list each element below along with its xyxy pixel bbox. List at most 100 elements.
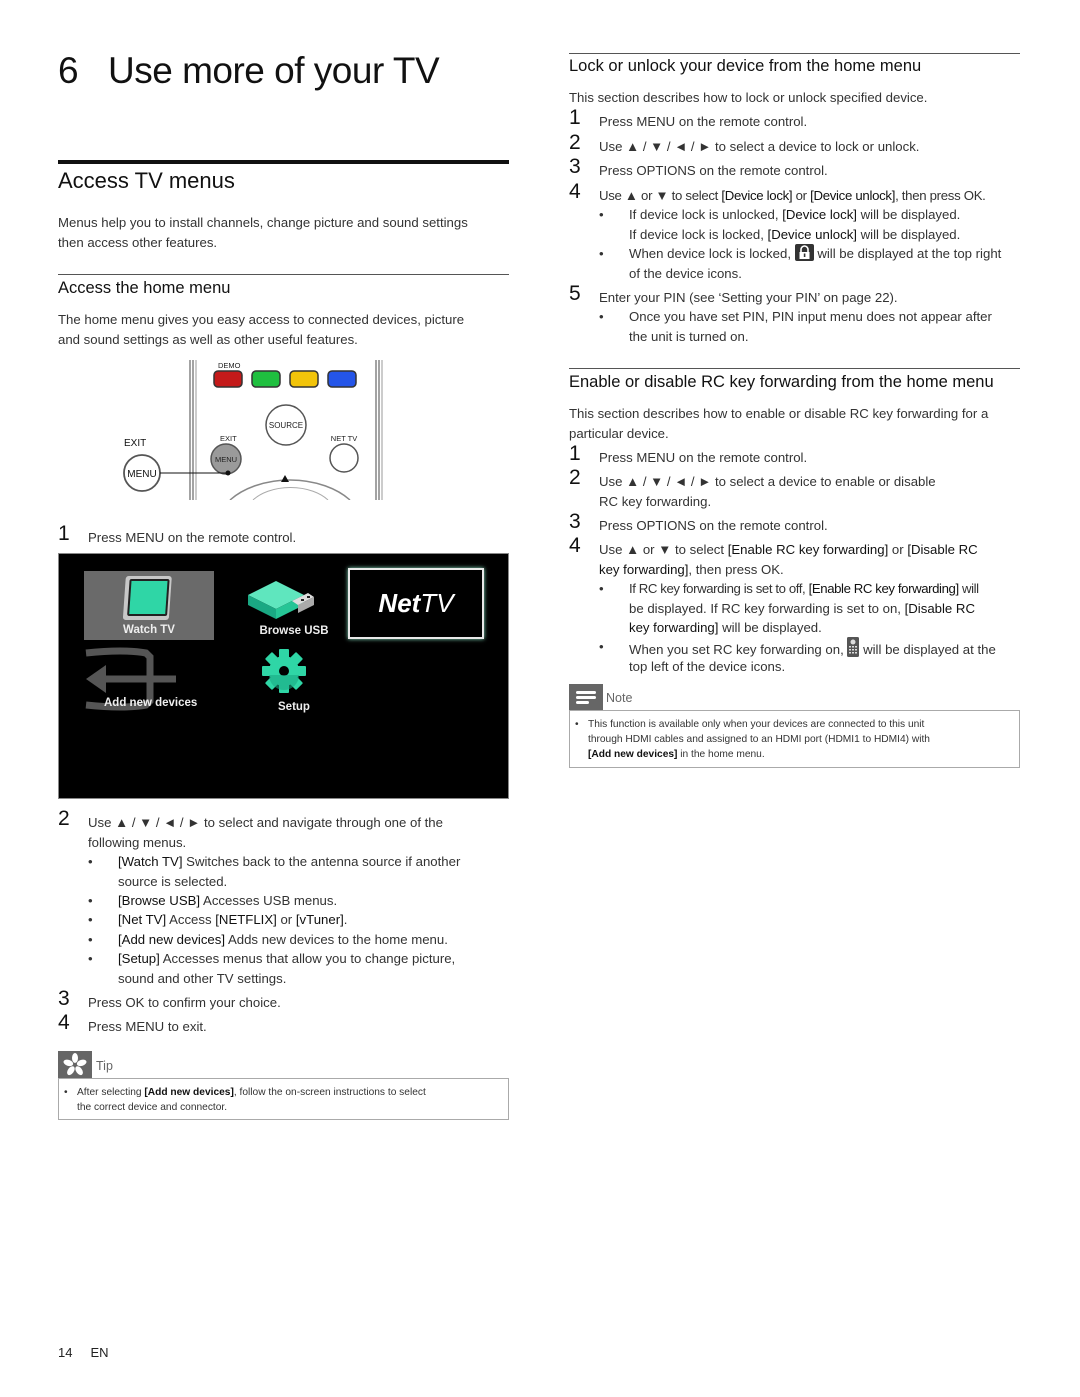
section-heading-access-tv-menus: Access TV menus xyxy=(58,168,235,193)
step-text: Press MENU on the remote control. xyxy=(599,114,808,129)
bullet-text: will xyxy=(958,581,979,596)
tile-browse-usb[interactable]: Browse USB xyxy=(234,571,354,640)
bullet-dot: • xyxy=(599,581,604,596)
note-line-1: This function is available only when you… xyxy=(588,719,925,730)
bullet-text: will be displayed. xyxy=(856,226,961,242)
note-label: Note xyxy=(606,691,633,705)
tip-text: , follow the on-screen instructions to s… xyxy=(233,1087,426,1098)
nettv-logo-light: TV xyxy=(420,588,454,618)
step-number: 4 xyxy=(569,180,581,203)
yellow-button xyxy=(289,370,319,388)
bullet-bold: [Add new devices] xyxy=(118,932,226,947)
home-menu-screen: Watch TV Browse USB NetTV Add new device… xyxy=(58,553,509,799)
step-text: Press MENU to exit. xyxy=(88,1019,207,1034)
step-number: 3 xyxy=(569,510,581,533)
tip-label: Tip xyxy=(96,1059,113,1073)
step-number: 2 xyxy=(569,466,581,489)
step-text: or xyxy=(888,542,908,557)
lock-icon xyxy=(794,244,814,261)
bullet-text: If device lock is locked, xyxy=(629,226,768,242)
bullet-dot: • xyxy=(88,912,93,927)
home-menu-intro: The home menu gives you easy access to c… xyxy=(58,310,509,349)
bullet-bold: [Disable RC xyxy=(904,600,975,616)
step-text: Press MENU on the remote control. xyxy=(88,530,297,545)
note-bold: [Add new devices] xyxy=(588,749,678,760)
bullet-dot: • xyxy=(88,893,93,908)
subsection-heading-lock: Lock or unlock your device from the home… xyxy=(569,57,922,75)
tile-watch-tv[interactable]: Watch TV xyxy=(84,571,214,640)
tile-label: Setup xyxy=(278,701,310,713)
note-icon xyxy=(569,684,603,711)
rc-intro: This section describes how to enable or … xyxy=(569,404,1020,443)
bullet-text: Access xyxy=(166,912,216,927)
demo-label: DEMO xyxy=(218,361,241,370)
intro-line: and sound settings as well as other usef… xyxy=(58,331,358,347)
exit-small-label: EXIT xyxy=(220,434,237,443)
bullet-bold: [Net TV] xyxy=(118,912,167,927)
lock-intro: This section describes how to lock or un… xyxy=(569,90,928,105)
bullet-text: Once you have set PIN, PIN input menu do… xyxy=(629,309,992,324)
step-bold: key forwarding] xyxy=(599,561,689,577)
bullet-text: top left of the device icons. xyxy=(629,658,786,674)
source-label: SOURCE xyxy=(269,421,303,430)
step-text: Use ▲ / ▼ / ◄ / ► to select a device to … xyxy=(599,139,920,154)
bullet-bold: [Browse USB] xyxy=(118,893,201,908)
subsection-heading-rc-forwarding: Enable or disable RC key forwarding from… xyxy=(569,373,994,391)
tile-label: Watch TV xyxy=(123,624,175,636)
bullet-text: will be displayed at the xyxy=(859,642,996,657)
bullet-dot: • xyxy=(599,207,604,222)
bullet-text: When you set RC key forwarding on, xyxy=(629,642,848,657)
bullet-text: If RC key forwarding is set to off, xyxy=(629,581,809,596)
step-number: 1 xyxy=(569,106,581,129)
step-text: Press MENU on the remote control. xyxy=(599,450,808,465)
bullet-text: . xyxy=(343,912,348,927)
note-text: in the home menu. xyxy=(677,749,765,760)
step-text: Enter your PIN (see ‘Setting your PIN’ o… xyxy=(599,290,898,305)
note-box: • This function is available only when y… xyxy=(569,710,1020,768)
bullet-bold: key forwarding] xyxy=(629,620,719,635)
step-text: Use ▲ or ▼ to select xyxy=(599,188,722,203)
bullet-bold: [Setup] xyxy=(118,951,160,966)
step-text: Use ▲ / ▼ / ◄ / ► to select a device to … xyxy=(599,474,936,489)
intro-line: particular device. xyxy=(569,425,669,441)
note-line-3: [Add new devices] in the home menu. xyxy=(588,747,765,762)
step-text: Press OPTIONS on the remote control. xyxy=(599,163,828,178)
exit-large-label: EXIT xyxy=(124,438,146,449)
step-text: Use ▲ / ▼ / ◄ / ► to select and navigate… xyxy=(88,815,443,830)
subsection-divider xyxy=(58,274,509,275)
page-footer: 14 EN xyxy=(58,1345,127,1360)
gear-icon xyxy=(262,649,306,693)
bullet-bold: [Enable RC key forwarding] xyxy=(808,581,960,596)
tip-line-2: the correct device and connector. xyxy=(77,1102,228,1113)
bullet-text: source is selected. xyxy=(118,873,228,889)
bullet-dot: • xyxy=(88,854,93,869)
net-tv-button xyxy=(329,443,359,473)
step-text: RC key forwarding. xyxy=(599,493,712,509)
bullet-dot: • xyxy=(599,246,604,261)
nettv-logo-bold: Net xyxy=(378,588,421,618)
bullet-text: will be displayed at the top right xyxy=(813,246,1002,261)
step-text: following menus. xyxy=(88,834,187,850)
bullet-dot: • xyxy=(88,932,93,947)
step-number: 1 xyxy=(569,442,581,465)
up-arrow-icon xyxy=(281,475,289,482)
step-text: , then press OK. xyxy=(895,188,986,203)
intro-line: then access other features. xyxy=(58,234,218,250)
nettv-logo: NetTV xyxy=(350,588,482,619)
tile-add-new-devices[interactable]: Add new devices xyxy=(84,647,214,717)
bullet-bold: [Watch TV] xyxy=(118,854,183,869)
menu-large-label: MENU xyxy=(127,469,156,480)
chapter-number: 6 xyxy=(58,50,79,91)
tv-icon xyxy=(122,576,172,620)
subsection-divider xyxy=(569,368,1020,369)
bullet-text: be displayed. If RC key forwarding is se… xyxy=(629,600,905,616)
bullet-dot: • xyxy=(599,639,604,654)
tile-net-tv[interactable]: NetTV xyxy=(348,568,484,639)
tile-setup[interactable]: Setup xyxy=(234,647,354,717)
language-code: EN xyxy=(90,1345,109,1360)
access-tv-menus-intro: Menus help you to install channels, chan… xyxy=(58,213,509,252)
step-number: 3 xyxy=(569,155,581,178)
tip-text: After selecting xyxy=(77,1087,145,1098)
tip-line-1: After selecting [Add new devices], follo… xyxy=(77,1085,426,1100)
tile-label: Browse USB xyxy=(259,625,329,637)
